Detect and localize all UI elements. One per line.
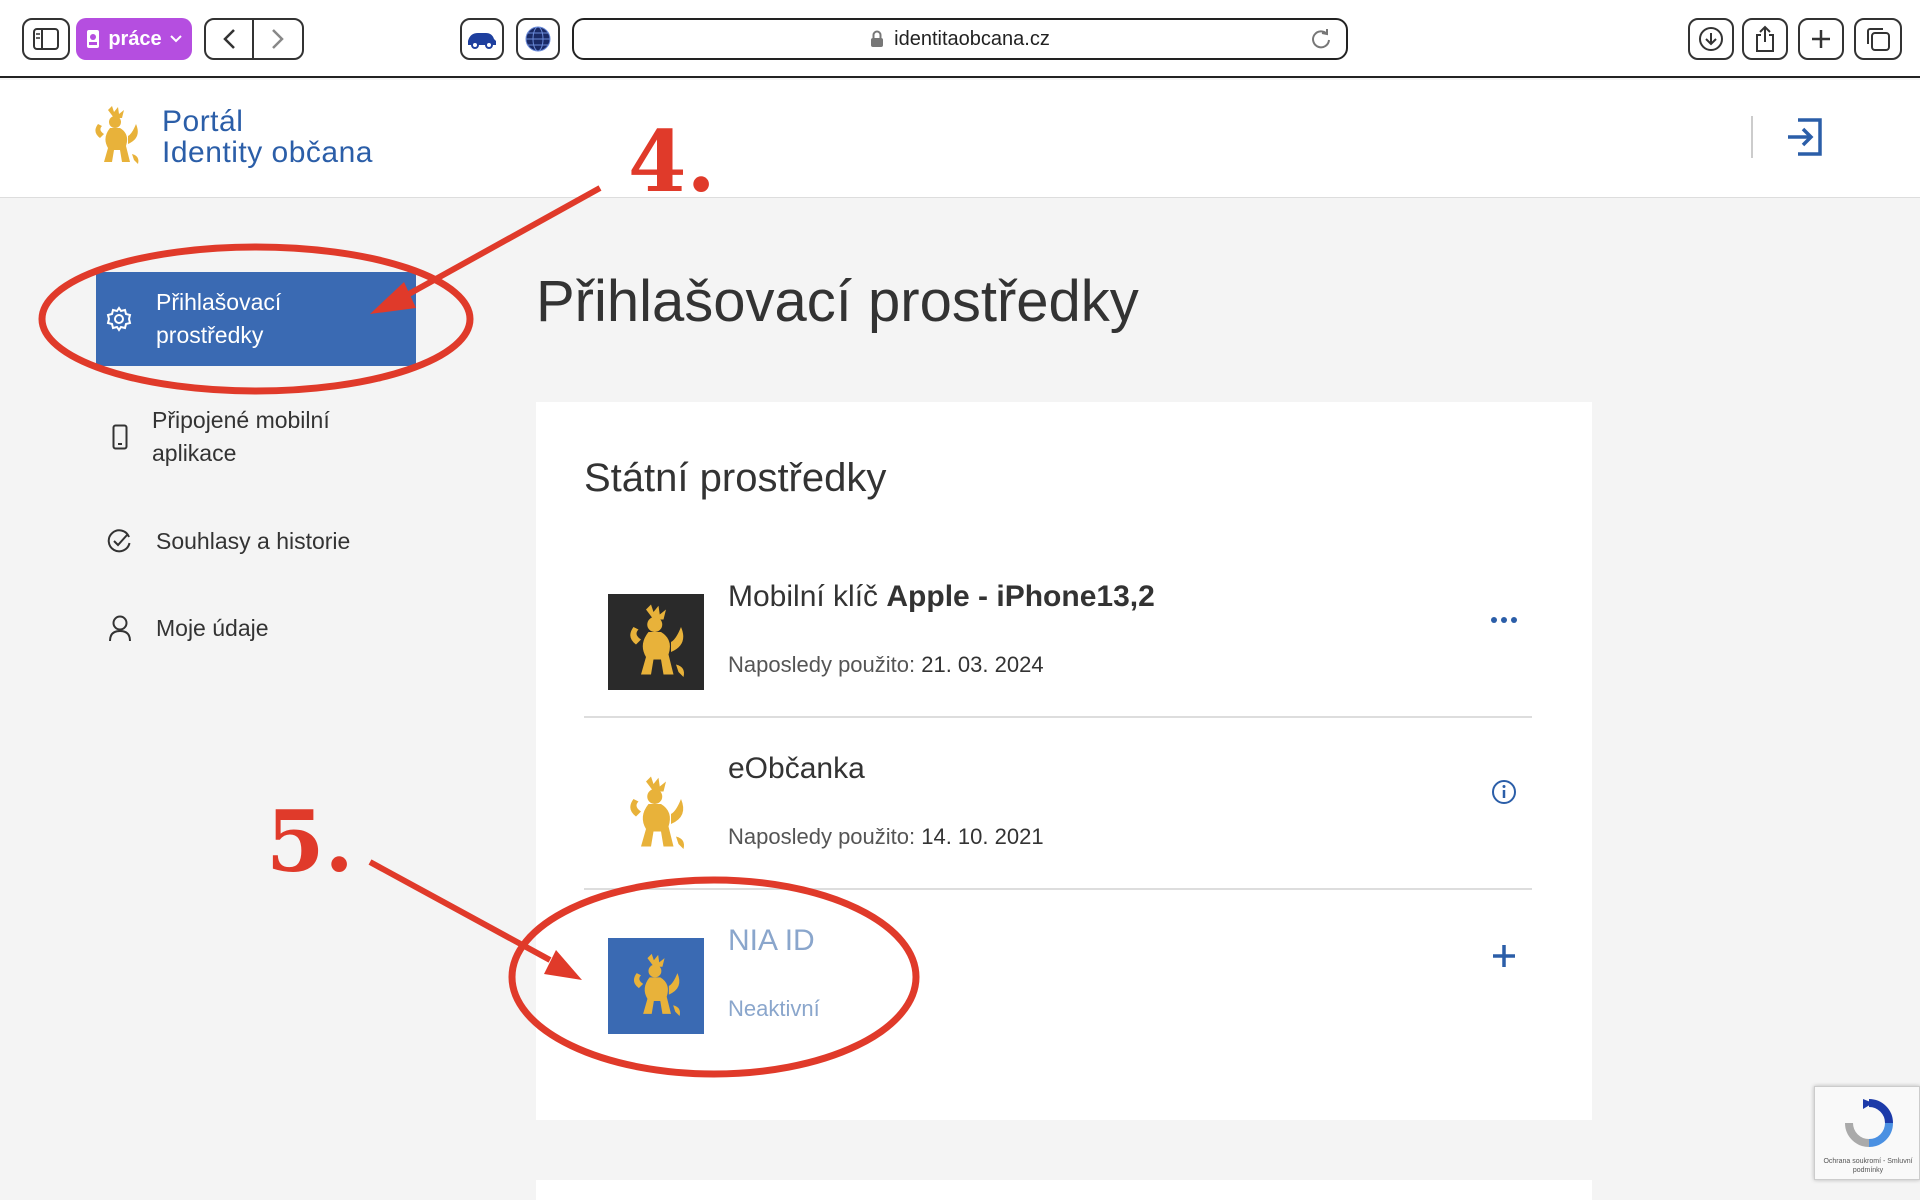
- tabs-icon: [1867, 28, 1890, 51]
- status-inactive: Neaktivní: [728, 996, 820, 1021]
- last-used-label: Naposledy použito:: [728, 652, 922, 677]
- section-title: Státní prostředky: [584, 456, 887, 500]
- sidebar-item-label: Přihlašovací prostředky: [156, 286, 281, 352]
- share-button[interactable]: [1742, 18, 1788, 60]
- annotation-arrow-5: [368, 859, 552, 963]
- brand-line-2: Identity občana: [162, 136, 373, 169]
- logout-button[interactable]: [1784, 116, 1826, 163]
- sidebar-label-line-2: aplikace: [152, 440, 237, 466]
- sidebar-label-line-1: Připojené mobilní: [152, 407, 330, 433]
- extension-button[interactable]: [460, 18, 504, 60]
- downloads-button[interactable]: [1688, 18, 1734, 60]
- sidebar-item-label: Připojené mobilní aplikace: [152, 404, 330, 470]
- info-button[interactable]: [1484, 772, 1524, 812]
- car-key-icon: [468, 33, 496, 49]
- last-used-date: 14. 10. 2021: [921, 824, 1044, 849]
- method-name-prefix: Mobilní klíč: [728, 580, 887, 613]
- method-item-nia-id: NIA ID Neaktivní: [584, 890, 1532, 1062]
- chevron-right-icon: [272, 29, 284, 49]
- method-item-eobcanka: eObčanka Naposledy použito: 14. 10. 2021: [584, 718, 1532, 890]
- annotation-step-5: 5.: [266, 792, 354, 891]
- reload-icon[interactable]: [1310, 28, 1332, 50]
- last-used: Naposledy použito: 21. 03. 2024: [728, 652, 1044, 678]
- more-options-button[interactable]: [1484, 600, 1524, 640]
- brand-line-1: Portál: [162, 105, 244, 138]
- add-method-button[interactable]: [1484, 936, 1524, 976]
- lion-thumb-icon: [608, 594, 704, 690]
- method-name: NIA ID: [728, 924, 815, 957]
- annotation-step-4: 4.: [628, 112, 716, 211]
- sidebar-toggle-button[interactable]: [22, 18, 70, 60]
- sidebar-item-mobile-apps[interactable]: Připojené mobilní aplikace: [108, 404, 330, 470]
- user-icon: [109, 615, 131, 642]
- sidebar-item-label: Souhlasy a historie: [156, 528, 351, 554]
- sidebar-icon: [33, 28, 59, 50]
- site-header: Portál Identity občana: [0, 80, 1920, 198]
- sidebar-item-consents[interactable]: Souhlasy a historie: [106, 525, 350, 558]
- chevron-left-icon: [223, 29, 235, 49]
- forward-button[interactable]: [252, 18, 304, 60]
- method-name: eObčanka: [728, 752, 865, 785]
- back-button[interactable]: [204, 18, 254, 60]
- globe-icon: [525, 26, 551, 52]
- profile-label: práce: [108, 27, 162, 50]
- last-used: Naposledy použito: 14. 10. 2021: [728, 824, 1044, 850]
- plus-icon: [1812, 30, 1830, 48]
- last-used-date: 21. 03. 2024: [921, 652, 1044, 677]
- sidebar-item-login-methods[interactable]: Přihlašovací prostředky: [96, 272, 416, 366]
- state-methods-card: Státní prostředky Mobilní klíč Apple - i…: [536, 402, 1592, 1120]
- sidebar-item-my-data[interactable]: Moje údaje: [106, 612, 269, 645]
- check-circle-icon: [107, 529, 131, 553]
- gear-icon: [106, 306, 132, 332]
- lion-logo-icon[interactable]: [88, 104, 144, 173]
- sidebar-item-label: Moje údaje: [156, 615, 269, 641]
- lion-thumb-icon: [608, 766, 704, 862]
- lion-thumb-icon: [608, 938, 704, 1034]
- logout-icon: [1788, 118, 1822, 156]
- next-card: [536, 1180, 1592, 1200]
- more-icon: [1491, 617, 1517, 623]
- download-icon: [1699, 27, 1723, 51]
- lock-icon: [871, 30, 884, 47]
- extension-button-2[interactable]: [516, 18, 560, 60]
- sidebar-label-line-1: Přihlašovací: [156, 289, 282, 315]
- method-name-device: Apple - iPhone13,2: [886, 580, 1155, 613]
- sidebar-label-line-2: prostředky: [156, 322, 264, 348]
- plus-icon: [1493, 945, 1515, 967]
- page-title: Přihlašovací prostředky: [536, 269, 1139, 334]
- url-text: identitaobcana.cz: [894, 27, 1050, 50]
- new-tab-button[interactable]: [1798, 18, 1844, 60]
- address-bar[interactable]: identitaobcana.cz: [572, 18, 1348, 60]
- browser-toolbar: práce identitaobcana.cz: [0, 0, 1920, 78]
- profile-button[interactable]: práce: [76, 18, 192, 60]
- recaptcha-icon: [1845, 1099, 1893, 1147]
- recaptcha-badge[interactable]: Ochrana soukromí - Smluvní podmínky: [1814, 1086, 1920, 1180]
- share-icon: [1756, 25, 1774, 52]
- phone-icon: [112, 424, 128, 450]
- brand-title[interactable]: Portál Identity občana: [162, 106, 373, 168]
- recaptcha-text: Ochrana soukromí - Smluvní podmínky: [1823, 1158, 1913, 1174]
- header-divider: [1751, 116, 1753, 158]
- chevron-down-icon: [169, 35, 182, 43]
- method-item-mobile-key: Mobilní klíč Apple - iPhone13,2 Naposled…: [584, 546, 1532, 718]
- badge-icon: [87, 30, 100, 48]
- last-used-label: Naposledy použito:: [728, 824, 922, 849]
- tab-overview-button[interactable]: [1854, 18, 1902, 60]
- method-name: Mobilní klíč Apple - iPhone13,2: [728, 580, 1155, 614]
- info-icon: [1492, 780, 1516, 804]
